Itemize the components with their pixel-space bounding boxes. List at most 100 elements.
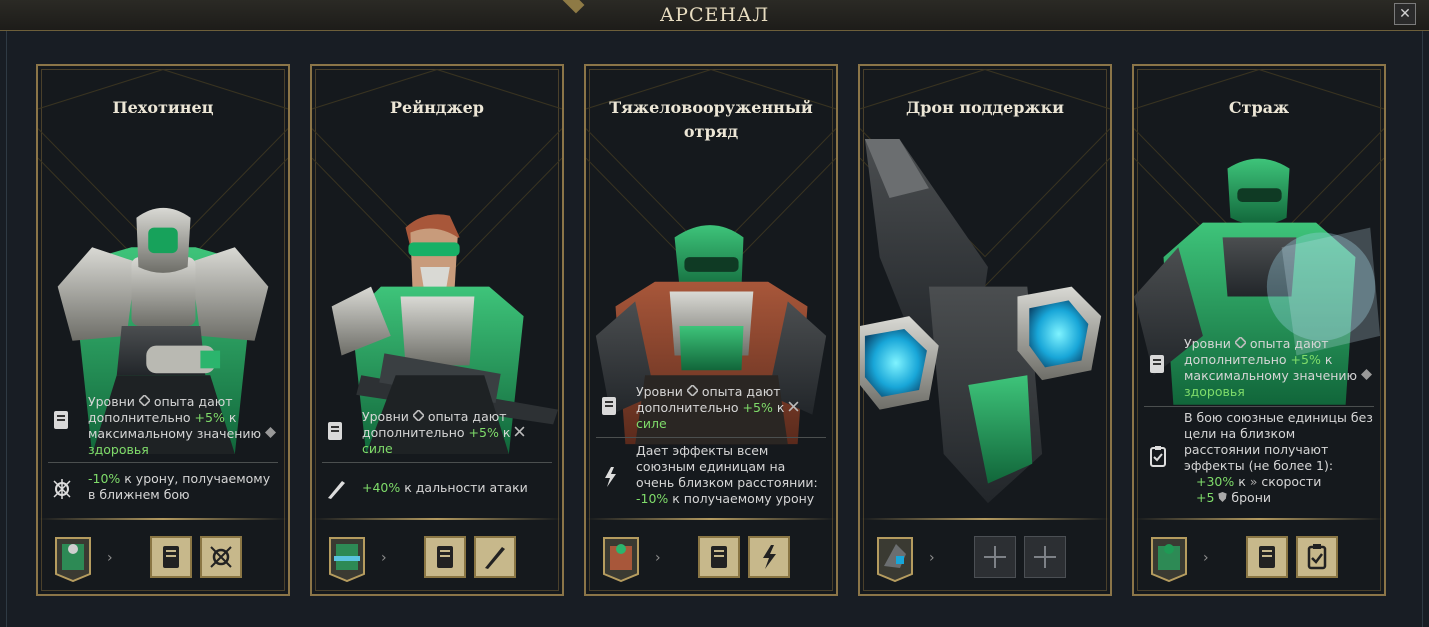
unit-name: Пехотинец — [112, 98, 214, 117]
unit-badge[interactable] — [328, 536, 366, 582]
plus-icon — [984, 546, 1006, 568]
perk-effect-armor: +5 брони — [1184, 490, 1374, 506]
rifle-icon — [328, 481, 345, 499]
perk-value: +5 — [1196, 490, 1215, 505]
bug-shield-icon — [53, 479, 71, 499]
bug-shield-icon — [210, 546, 232, 568]
perk-stat: здоровья — [88, 442, 149, 457]
unit-name: Дрон поддержки — [905, 98, 1065, 117]
upgrade-slot-aura[interactable] — [748, 536, 790, 578]
upgrade-slot-range[interactable] — [474, 536, 516, 578]
aura-icon — [605, 467, 616, 487]
unit-badge[interactable] — [876, 536, 914, 582]
unit-card-support-drone[interactable]: Дрон поддержки › — [858, 64, 1112, 596]
perk-description-2: В бою союзные единицы без цели на близко… — [1140, 410, 1378, 510]
perk-description-1: Уровни опыта дают дополнительно +5% к ма… — [44, 393, 282, 457]
perk-text: В бою союзные единицы без цели на близко… — [1184, 410, 1373, 473]
perk-text: к — [1234, 474, 1250, 489]
perk-description-2: +40% к дальности атаки — [318, 480, 556, 504]
perk-value: +5% — [468, 425, 499, 440]
perk-stat: силе — [636, 416, 667, 431]
divider — [596, 437, 826, 438]
unit-badge[interactable] — [54, 536, 92, 582]
perk-text: к дальности атаки — [400, 480, 528, 495]
perk-stat: силе — [362, 441, 393, 456]
page-title: АРСЕНАЛ — [659, 4, 770, 26]
health-icon — [1361, 369, 1373, 380]
perk-description-1: Уровни опыта дают дополнительно +5% к си… — [592, 383, 830, 431]
perk-stat: здоровья — [1184, 384, 1245, 399]
aura-icon — [763, 545, 776, 569]
support-drone-portrait — [860, 138, 1102, 504]
perk-value: +5% — [1290, 352, 1321, 367]
divider — [1144, 406, 1374, 407]
upgrade-slot-manual[interactable] — [424, 536, 466, 578]
divider — [312, 518, 562, 520]
chevron-right-icon: › — [1203, 550, 1209, 566]
perk-text: Уровни — [362, 409, 413, 424]
upgrade-slot-manual[interactable] — [698, 536, 740, 578]
perk-value: +5% — [194, 410, 225, 425]
divider — [38, 518, 288, 520]
armor-icon — [1218, 492, 1228, 502]
unit-card-ranger[interactable]: Рейнджер Уровни опыта дают дополнительно… — [310, 64, 564, 596]
perk-value: +40% — [362, 480, 401, 495]
divider — [322, 462, 552, 463]
clipboard-icon — [1307, 544, 1327, 570]
divider — [586, 518, 836, 520]
title-bar: АРСЕНАЛ ✕ — [0, 0, 1429, 31]
chevron-right-icon: › — [107, 550, 113, 566]
speed-icon: » — [1249, 474, 1258, 489]
perk-value: -10% — [636, 491, 669, 506]
unit-badge[interactable] — [1150, 536, 1188, 582]
chevron-right-icon: › — [929, 550, 935, 566]
perk-value: +30% — [1196, 474, 1235, 489]
unit-card-guardian[interactable]: Страж Уровни опыта дают дополнительно +5… — [1132, 64, 1386, 596]
health-icon — [265, 427, 277, 438]
manual-icon — [711, 546, 727, 568]
perk-stat: брони — [1231, 490, 1271, 505]
strength-icon — [514, 426, 525, 437]
rifle-icon — [485, 547, 505, 569]
ranger-portrait — [331, 214, 559, 454]
close-button[interactable]: ✕ — [1394, 3, 1416, 25]
clipboard-icon — [1150, 446, 1166, 467]
perk-text: к получаемому урону — [668, 491, 815, 506]
xp-diamond-icon — [685, 383, 700, 398]
upgrade-slot-manual[interactable] — [1246, 536, 1288, 578]
perk-text: Уровни — [636, 384, 687, 399]
manual-icon — [1150, 355, 1164, 373]
unit-badge[interactable] — [602, 536, 640, 582]
perk-value: +5% — [742, 400, 773, 415]
perk-description-2: -10% к урону, получаемому в ближнем бою — [44, 471, 282, 507]
infantry-portrait — [57, 207, 269, 454]
upgrade-slot-melee-defense[interactable] — [200, 536, 242, 578]
perk-text: к — [772, 400, 789, 415]
perk-description-2: Дает эффекты всем союзным единицам на оч… — [592, 443, 830, 509]
perk-text: Дает эффекты всем союзным единицам на оч… — [636, 443, 818, 490]
perk-text: Уровни — [1184, 336, 1235, 351]
perk-description-1: Уровни опыта дают дополнительно +5% к ма… — [1140, 335, 1378, 399]
empty-upgrade-slot[interactable] — [974, 536, 1016, 578]
manual-icon — [54, 411, 68, 429]
unit-card-heavy-squad[interactable]: Тяжеловооруженный отряд Уровни опыта даю… — [584, 64, 838, 596]
manual-icon — [163, 546, 179, 568]
divider — [48, 462, 278, 463]
perk-value: -10% — [88, 471, 121, 486]
upgrade-slot-manual[interactable] — [150, 536, 192, 578]
perk-text: Уровни — [88, 394, 139, 409]
empty-upgrade-slot[interactable] — [1024, 536, 1066, 578]
xp-diamond-icon — [137, 393, 152, 408]
divider — [860, 518, 1110, 520]
unit-name: Страж — [1228, 98, 1290, 117]
perk-stat: скорости — [1261, 474, 1322, 489]
unit-name: Рейнджер — [390, 98, 484, 117]
perk-text: к — [498, 425, 515, 440]
manual-icon — [1259, 546, 1275, 568]
upgrade-slot-clipboard[interactable] — [1296, 536, 1338, 578]
xp-diamond-icon — [411, 408, 426, 423]
perk-effect-speed: +30% к » скорости — [1184, 474, 1374, 490]
manual-icon — [437, 546, 453, 568]
unit-card-infantry[interactable]: Пехотинец Уровни опыта дают дополнительн… — [36, 64, 290, 596]
manual-icon — [328, 422, 342, 440]
